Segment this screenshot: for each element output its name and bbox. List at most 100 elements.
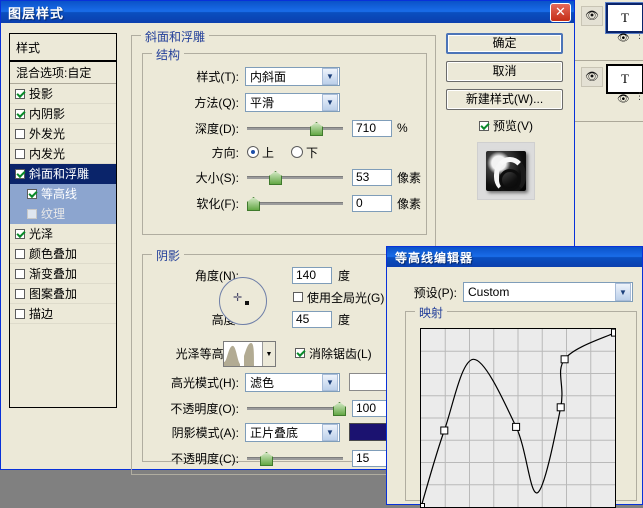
layer-row[interactable]: 👁 T 👁 ⋮ <box>575 0 643 61</box>
shading-group-title: 阴影 <box>152 247 185 264</box>
checkbox[interactable] <box>15 108 25 119</box>
checkbox[interactable] <box>27 208 37 219</box>
sidebar-item-satin[interactable]: 光泽 <box>10 224 116 244</box>
eye-icon[interactable]: 👁 <box>581 6 603 26</box>
angle-dial[interactable]: ✛ <box>219 277 267 325</box>
checkbox[interactable] <box>27 188 37 199</box>
preview-checkbox-row[interactable]: 预览(V) <box>446 117 566 134</box>
sidebar-item-contour[interactable]: 等高线 <box>10 184 116 204</box>
angle-label: 角度(N): <box>195 268 239 283</box>
sidebar-item-gradient-overlay[interactable]: 渐变叠加 <box>10 264 116 284</box>
highlight-opacity-label: 不透明度(O): <box>170 401 239 416</box>
close-icon[interactable]: ✕ <box>550 3 571 22</box>
layer-thumbnail[interactable]: T <box>606 64 643 94</box>
dialog-button-column: 确定 取消 新建样式(W)... 预览(V) <box>446 33 566 200</box>
slider-knob[interactable] <box>310 122 323 136</box>
contour-curve-svg <box>421 329 615 507</box>
chevron-down-icon[interactable]: ▼ <box>322 67 338 85</box>
size-slider[interactable] <box>247 170 343 185</box>
depth-unit: % <box>397 121 408 135</box>
checkbox[interactable] <box>15 148 25 159</box>
contour-editor-titlebar[interactable]: 等高线编辑器 <box>387 247 642 267</box>
angle-unit: 度 <box>338 268 351 283</box>
altitude-unit: 度 <box>338 312 351 327</box>
slider-knob[interactable] <box>269 171 282 185</box>
highlight-opacity-slider[interactable] <box>247 401 346 416</box>
new-style-button[interactable]: 新建样式(W)... <box>446 89 563 110</box>
chevron-down-icon[interactable]: ▼ <box>615 283 631 301</box>
cancel-button[interactable]: 取消 <box>446 61 563 82</box>
sidebar-item-drop-shadow[interactable]: 投影 <box>10 84 116 104</box>
layer-thumbnail[interactable]: T <box>606 3 643 33</box>
sidebar-item-label: 斜面和浮雕 <box>29 167 90 181</box>
style-select-value: 内斜面 <box>250 69 287 84</box>
preset-select[interactable]: Custom ▼ <box>463 282 633 302</box>
highlight-mode-value: 滤色 <box>250 375 275 390</box>
depth-slider[interactable] <box>247 121 343 136</box>
shadow-color-swatch[interactable] <box>349 423 387 441</box>
shadow-opacity-slider[interactable] <box>247 451 343 466</box>
contour-curve-canvas[interactable] <box>420 328 616 508</box>
altitude-input[interactable]: 45 <box>292 310 332 328</box>
checkbox[interactable] <box>293 292 303 302</box>
contour-preview <box>224 342 262 366</box>
eye-icon[interactable]: 👁 <box>617 33 630 44</box>
checkbox[interactable] <box>295 348 305 358</box>
gloss-contour-swatch[interactable]: ▼ <box>223 341 276 367</box>
radio-button[interactable] <box>291 146 304 158</box>
dialog-titlebar[interactable]: 图层样式 ✕ <box>1 1 574 23</box>
style-label: 样式(T): <box>196 69 239 84</box>
sidebar-item-color-overlay[interactable]: 颜色叠加 <box>10 244 116 264</box>
checkbox[interactable] <box>15 88 25 99</box>
checkbox[interactable] <box>15 228 25 239</box>
eye-icon[interactable]: 👁 <box>617 94 630 105</box>
depth-input[interactable]: 710 <box>352 119 392 137</box>
chevron-down-icon[interactable]: ▼ <box>322 423 338 441</box>
sidebar-item-outer-glow[interactable]: 外发光 <box>10 124 116 144</box>
preset-label: 预设(P): <box>413 285 457 300</box>
direction-label: 方向: <box>211 145 239 160</box>
angle-input[interactable]: 140 <box>292 266 332 284</box>
eye-icon[interactable]: 👁 <box>581 67 603 87</box>
direction-radio-down[interactable]: 下 <box>291 144 318 161</box>
shadow-mode-label: 阴影模式(A): <box>171 425 239 440</box>
soften-input[interactable]: 0 <box>352 194 392 212</box>
sidebar-item-inner-shadow[interactable]: 内阴影 <box>10 104 116 124</box>
slider-knob[interactable] <box>260 452 273 466</box>
checkbox[interactable] <box>15 308 25 319</box>
shadow-mode-select[interactable]: 正片叠底 ▼ <box>245 422 340 442</box>
checkbox[interactable] <box>15 268 25 279</box>
sidebar-item-blending-options[interactable]: 混合选项:自定 <box>10 62 116 84</box>
checkbox[interactable] <box>15 288 25 299</box>
sidebar-item-bevel-emboss[interactable]: 斜面和浮雕 <box>10 164 116 184</box>
layer-row[interactable]: 👁 T 👁 ⋮ <box>575 61 643 122</box>
slider-knob[interactable] <box>247 197 260 211</box>
size-input[interactable]: 53 <box>352 168 392 186</box>
sidebar-item-label: 描边 <box>29 307 54 321</box>
highlight-color-swatch[interactable] <box>349 373 387 391</box>
sidebar-item-label: 内阴影 <box>29 107 66 121</box>
direction-radio-up[interactable]: 上 <box>247 144 274 161</box>
soften-label: 软化(F): <box>196 196 239 211</box>
global-light-label: 使用全局光(G) <box>307 290 385 305</box>
sidebar-item-texture[interactable]: 纹理 <box>10 204 116 224</box>
radio-button[interactable] <box>247 146 259 158</box>
slider-track <box>247 202 343 205</box>
chevron-down-icon[interactable]: ▼ <box>262 342 275 366</box>
highlight-mode-select[interactable]: 滤色 ▼ <box>245 372 340 392</box>
slider-knob[interactable] <box>333 402 346 416</box>
chevron-down-icon[interactable]: ▼ <box>322 373 338 391</box>
preset-select-value: Custom <box>468 285 510 299</box>
checkbox[interactable] <box>15 248 25 259</box>
sidebar-item-stroke[interactable]: 描边 <box>10 304 116 324</box>
style-select[interactable]: 内斜面 ▼ <box>245 66 340 86</box>
sidebar-item-inner-glow[interactable]: 内发光 <box>10 144 116 164</box>
chevron-down-icon[interactable]: ▼ <box>322 93 338 111</box>
ok-button[interactable]: 确定 <box>446 33 563 54</box>
technique-select[interactable]: 平滑 ▼ <box>245 92 340 112</box>
sidebar-item-pattern-overlay[interactable]: 图案叠加 <box>10 284 116 304</box>
checkbox[interactable] <box>15 128 25 139</box>
checkbox[interactable] <box>15 168 25 179</box>
soften-slider[interactable] <box>247 196 343 211</box>
checkbox[interactable] <box>479 120 489 131</box>
